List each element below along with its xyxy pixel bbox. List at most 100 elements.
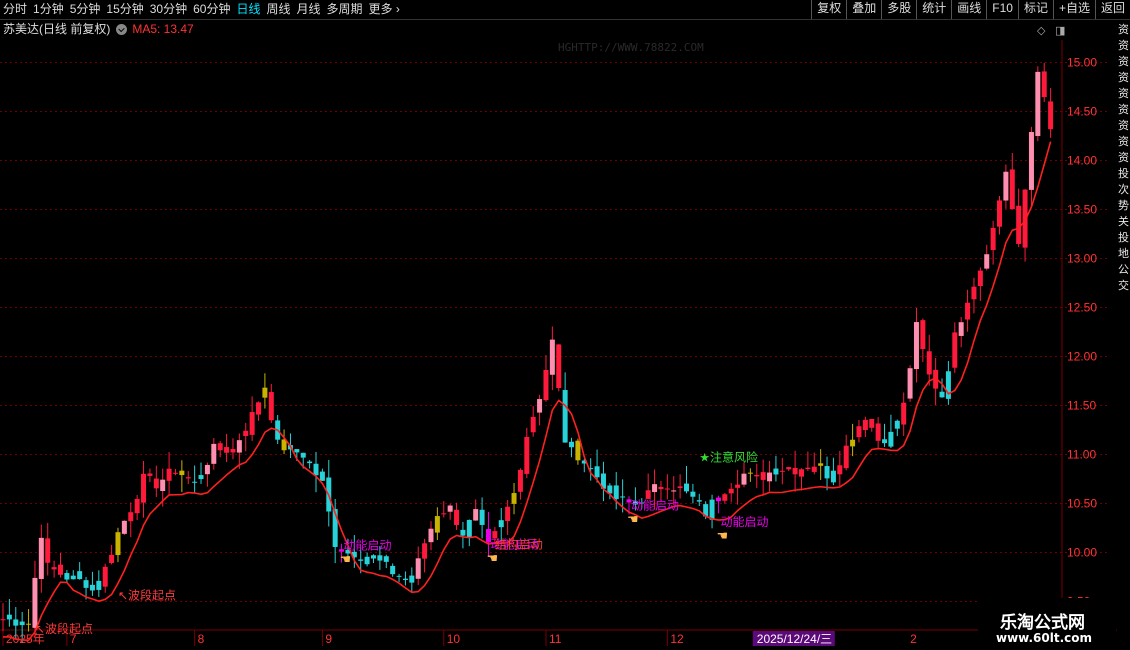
candle-body bbox=[575, 440, 581, 461]
kline-chart[interactable]: 15.00 14.50 14.00 13.50 13.00 12.50 12.00 11.50… bbox=[0, 0, 1130, 650]
candle-body bbox=[26, 623, 32, 625]
candle-body bbox=[160, 479, 166, 492]
candle-body bbox=[364, 556, 370, 565]
candle-body bbox=[965, 302, 971, 320]
candle-body bbox=[952, 332, 958, 368]
candle-body bbox=[102, 566, 108, 587]
x-tick-label: 10 bbox=[447, 632, 461, 646]
candle-body bbox=[505, 506, 511, 522]
candle-body bbox=[1003, 171, 1009, 201]
candle-body bbox=[977, 270, 983, 287]
signal-label: ★注意风险 bbox=[699, 449, 758, 464]
candle-body bbox=[1009, 169, 1015, 210]
candle-body bbox=[268, 392, 274, 421]
candle-body bbox=[1016, 205, 1022, 244]
candle-body bbox=[134, 498, 140, 514]
candle-body bbox=[562, 390, 568, 443]
candle-body bbox=[13, 619, 19, 626]
candle-body bbox=[594, 466, 600, 478]
candle-body bbox=[990, 227, 996, 251]
signal-label: 结构启动 bbox=[495, 537, 543, 552]
candle-body bbox=[192, 481, 198, 483]
candle-body bbox=[447, 505, 453, 512]
candle-body bbox=[294, 449, 300, 453]
candle-body bbox=[664, 488, 670, 490]
candle-body bbox=[792, 467, 798, 475]
candle-body bbox=[958, 322, 964, 336]
candle-body bbox=[300, 452, 306, 458]
candle-body bbox=[658, 486, 664, 490]
candle-body bbox=[773, 468, 779, 475]
candle-body bbox=[396, 575, 402, 577]
candle-body bbox=[894, 420, 900, 429]
y-tick-label: 15.00 bbox=[1067, 56, 1097, 70]
candle-body bbox=[109, 554, 115, 563]
y-tick-label: 11.50 bbox=[1067, 399, 1096, 413]
candle-body bbox=[454, 509, 460, 525]
pointer-hand-icon: ☚ bbox=[627, 511, 639, 526]
signal-label: ↖波段起点 bbox=[35, 621, 93, 636]
y-tick-label: 13.00 bbox=[1067, 252, 1097, 266]
candle-body bbox=[537, 399, 543, 413]
y-tick-label: 10.50 bbox=[1067, 497, 1097, 511]
candle-body bbox=[913, 322, 919, 370]
candle-body bbox=[409, 575, 415, 583]
candle-body bbox=[722, 494, 728, 501]
candle-body bbox=[45, 538, 51, 563]
candle-body bbox=[613, 485, 619, 500]
x-tick-label: 12 bbox=[670, 632, 684, 646]
candle-body bbox=[224, 447, 230, 453]
candle-body bbox=[319, 471, 325, 481]
candle-body bbox=[511, 493, 517, 504]
logo-line1: 乐淘公式网 bbox=[1000, 613, 1085, 633]
y-tick-label: 10.00 bbox=[1067, 546, 1097, 560]
candle-body bbox=[926, 351, 932, 375]
candle-body bbox=[779, 470, 785, 472]
ma5-line bbox=[2, 141, 1052, 642]
candle-body bbox=[370, 555, 376, 559]
candle-body bbox=[798, 469, 804, 477]
candle-body bbox=[747, 472, 753, 474]
candle-body bbox=[530, 416, 536, 433]
y-tick-label: 13.50 bbox=[1067, 203, 1097, 217]
y-tick-label: 14.50 bbox=[1067, 105, 1097, 119]
candle-body bbox=[1041, 71, 1047, 98]
candle-body bbox=[869, 419, 875, 428]
site-logo: 乐淘公式网 www.60lt.com bbox=[978, 598, 1116, 650]
candle-body bbox=[1048, 101, 1054, 130]
candle-body bbox=[479, 509, 485, 525]
candle-body bbox=[51, 567, 57, 570]
candle-body bbox=[677, 486, 683, 488]
candle-body bbox=[549, 339, 555, 375]
candle-body bbox=[760, 472, 766, 480]
candle-body bbox=[19, 621, 25, 626]
candle-body bbox=[422, 543, 428, 559]
pointer-hand-icon: ☚ bbox=[340, 552, 352, 567]
candle-body bbox=[888, 431, 894, 447]
y-tick-label: 12.50 bbox=[1067, 301, 1097, 315]
candle-body bbox=[179, 470, 185, 476]
candle-body bbox=[121, 520, 127, 534]
candle-body bbox=[671, 490, 677, 492]
candle-body bbox=[818, 463, 824, 466]
candle-body bbox=[652, 484, 658, 493]
candle-body bbox=[83, 580, 89, 588]
candle-body bbox=[211, 443, 217, 464]
candle-body bbox=[441, 513, 447, 515]
candle-body bbox=[383, 556, 389, 562]
candle-body bbox=[920, 320, 926, 350]
candle-body bbox=[230, 449, 236, 453]
candle-body bbox=[377, 555, 383, 561]
candle-body bbox=[415, 558, 421, 579]
candle-body bbox=[217, 443, 223, 451]
candle-body bbox=[741, 473, 747, 485]
candle-body bbox=[147, 473, 153, 476]
candle-body bbox=[971, 286, 977, 300]
candle-body bbox=[850, 439, 856, 447]
candle-body bbox=[466, 519, 472, 538]
candle-body bbox=[907, 368, 913, 399]
candle-body bbox=[1028, 132, 1034, 190]
candle-body bbox=[945, 371, 951, 399]
candle-body bbox=[524, 436, 530, 474]
candle-body bbox=[875, 423, 881, 441]
